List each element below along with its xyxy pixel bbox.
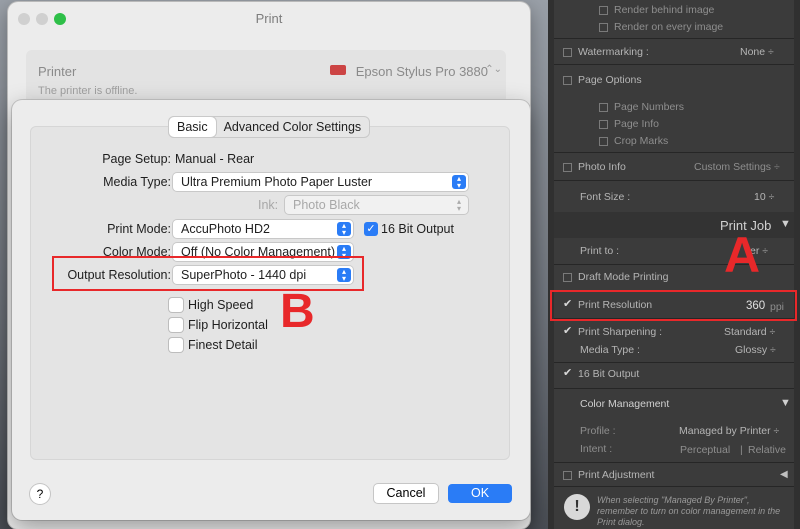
ink-label: Ink:	[258, 198, 279, 212]
triangle-down-icon: ▼	[780, 218, 791, 230]
intent-label: Intent :	[580, 443, 613, 455]
crop-marks-checkbox[interactable]	[599, 137, 608, 146]
divider	[554, 64, 794, 65]
warning-icon: !	[564, 494, 590, 520]
chevron-updown-icon: ▴ ▾	[456, 197, 461, 213]
divider	[554, 38, 794, 39]
page-options-checkbox[interactable]	[563, 76, 572, 85]
intent-separator: |	[740, 444, 743, 456]
bit16-output-label: 16 Bit Output	[578, 368, 640, 380]
triangle-left-icon: ◀	[780, 469, 788, 480]
sharpening-select[interactable]: Standard ÷	[724, 326, 775, 338]
media-type-label: Media Type :	[580, 344, 640, 356]
ink-value: Photo Black	[293, 198, 360, 212]
page-setup-value: Manual - Rear	[175, 152, 255, 166]
font-size-select[interactable]: 10 ÷	[754, 191, 774, 203]
printer-options-sheet: Basic Advanced Color Settings Page Setup…	[12, 100, 530, 520]
divider	[554, 180, 794, 181]
finest-detail-checkbox[interactable]	[169, 338, 183, 352]
divider	[554, 152, 794, 153]
help-button[interactable]: ?	[30, 484, 50, 504]
high-speed-label: High Speed	[188, 298, 254, 312]
print-adjustment-label: Print Adjustment	[578, 469, 655, 481]
tab-basic[interactable]: Basic	[169, 117, 216, 137]
print-mode-select[interactable]: AccuPhoto HD2 ▴ ▾	[173, 220, 353, 238]
printer-select[interactable]: Epson Stylus Pro 3880	[356, 64, 488, 79]
chevron-updown-icon: ▴ ▾	[337, 268, 351, 283]
printer-icon	[330, 65, 346, 75]
page-options-label: Page Options	[578, 74, 642, 86]
chevron-updown-icon: ▴ ▾	[452, 175, 466, 190]
annotation-letter-a: A	[724, 227, 761, 283]
tab-bar: Basic Advanced Color Settings	[168, 116, 371, 138]
render-behind-checkbox[interactable]	[599, 6, 608, 15]
output-resolution-select[interactable]: SuperPhoto - 1440 dpi ▴ ▾	[173, 266, 353, 284]
photo-info-label: Photo Info	[578, 161, 626, 173]
print-sharpening-label: Print Sharpening :	[578, 326, 663, 338]
highlight-box-a	[550, 290, 797, 321]
page-info-label: Page Info	[614, 118, 659, 130]
watermark-select[interactable]: None ÷	[740, 46, 774, 58]
chevron-updown-icon: ⌃⌄	[485, 64, 502, 75]
media-type-label: Media Type:	[103, 175, 171, 189]
output-resolution-value: SuperPhoto - 1440 dpi	[181, 268, 307, 282]
profile-select[interactable]: Managed by Printer ÷	[679, 425, 779, 437]
print-adjustment-checkbox[interactable]	[563, 471, 572, 480]
tab-advanced-color-settings[interactable]: Advanced Color Settings	[216, 117, 370, 137]
chevron-updown-icon: ▴ ▾	[337, 222, 351, 237]
annotation-letter-b: B	[280, 285, 315, 338]
photo-info-checkbox[interactable]	[563, 163, 572, 172]
page-setup-label: Page Setup:	[102, 152, 171, 166]
print-mode-label: Print Mode:	[107, 222, 171, 236]
flip-horizontal-checkbox[interactable]	[169, 318, 183, 332]
bit16-output-checkbox[interactable]: ✔	[563, 366, 572, 379]
high-speed-checkbox[interactable]	[169, 298, 183, 312]
color-management-header[interactable]: Color Management	[580, 398, 669, 410]
render-behind-label: Render behind image	[614, 4, 715, 16]
watermarking-checkbox[interactable]	[563, 48, 572, 57]
render-every-label: Render on every image	[614, 21, 724, 33]
print-to-label: Print to :	[580, 245, 620, 257]
printer-label: Printer	[38, 64, 77, 79]
cancel-button[interactable]: Cancel	[374, 484, 438, 503]
divider	[554, 388, 794, 389]
page-numbers-label: Page Numbers	[614, 101, 685, 113]
media-type-select[interactable]: Ultra Premium Photo Paper Luster ▴ ▾	[173, 173, 468, 191]
page-info-checkbox[interactable]	[599, 120, 608, 129]
ink-select: Photo Black ▴ ▾	[285, 196, 468, 214]
render-every-checkbox[interactable]	[599, 23, 608, 32]
watermarking-label: Watermarking :	[578, 46, 649, 58]
divider	[554, 462, 794, 463]
bit16-checkbox[interactable]: ✓	[364, 222, 378, 236]
warning-text: When selecting "Managed By Printer", rem…	[597, 495, 781, 527]
intent-relative[interactable]: Relative	[748, 444, 786, 456]
printer-status: The printer is offline.	[38, 85, 138, 97]
lightroom-print-panel: Render behind image Render on every imag…	[548, 0, 800, 529]
intent-perceptual[interactable]: Perceptual	[680, 444, 730, 456]
page-numbers-checkbox[interactable]	[599, 103, 608, 112]
divider	[554, 486, 794, 487]
crop-marks-label: Crop Marks	[614, 135, 669, 147]
print-mode-value: AccuPhoto HD2	[181, 222, 270, 236]
finest-detail-label: Finest Detail	[188, 338, 258, 352]
draft-mode-label: Draft Mode Printing	[578, 271, 669, 283]
ok-button[interactable]: OK	[448, 484, 512, 503]
media-type-value: Ultra Premium Photo Paper Luster	[181, 175, 373, 189]
media-select[interactable]: Glossy ÷	[735, 344, 776, 356]
draft-mode-checkbox[interactable]	[563, 273, 572, 282]
flip-horizontal-label: Flip Horizontal	[188, 318, 268, 332]
print-sharpening-checkbox[interactable]: ✔	[563, 324, 572, 337]
profile-label: Profile :	[580, 425, 616, 437]
font-size-label: Font Size :	[580, 191, 631, 203]
photo-info-select[interactable]: Custom Settings ÷	[694, 161, 780, 173]
printer-section: Printer The printer is offline. Epson St…	[26, 50, 506, 106]
output-resolution-label: Output Resolution:	[67, 268, 171, 282]
divider	[554, 362, 794, 363]
window-title: Print	[255, 11, 283, 26]
bit16-label: 16 Bit Output	[381, 222, 454, 236]
triangle-down-icon: ▼	[780, 397, 791, 409]
